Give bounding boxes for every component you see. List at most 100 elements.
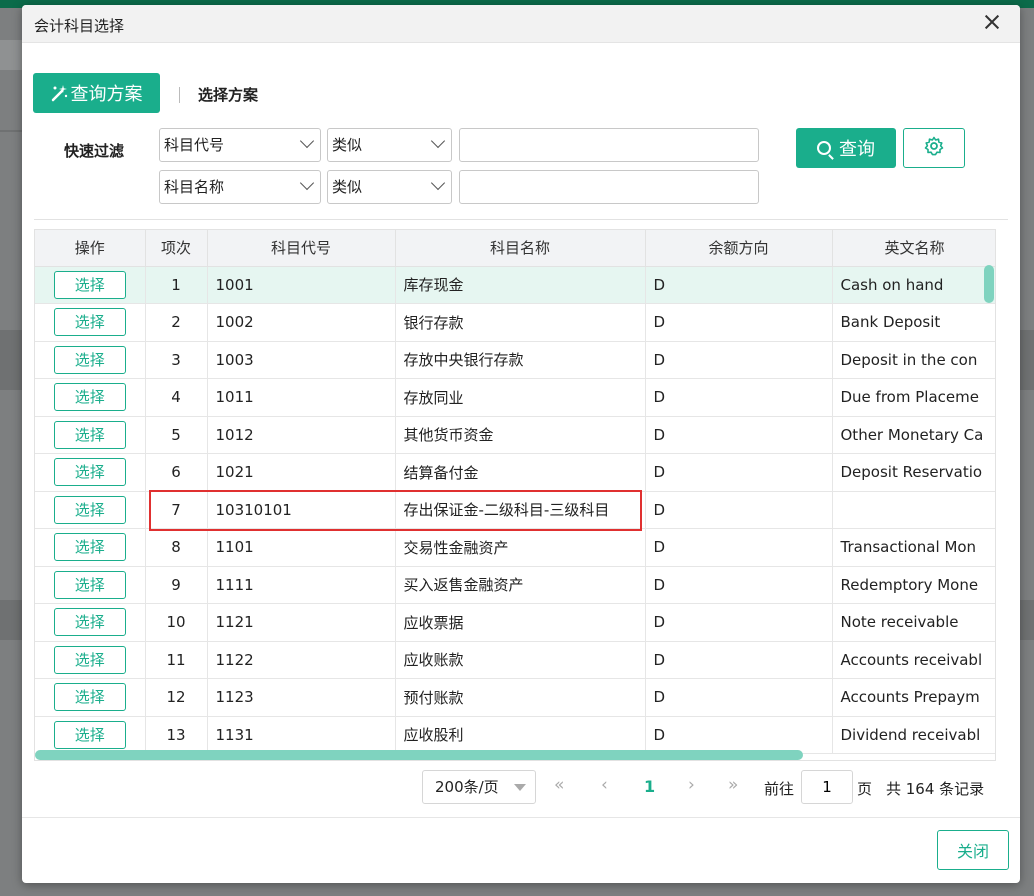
english-name-cell: Accounts Prepaym [832,678,995,717]
select-row-button[interactable]: 选择 [53,720,126,749]
action-cell: 选择 [35,603,146,642]
page-size-value: 200条/页 [435,778,499,796]
action-cell: 选择 [35,678,146,717]
filter-field-value: 科目代号 [164,136,225,154]
account-code-cell: 1001 [207,266,396,304]
table-row: 选择 11 1122 应收账款 D Accounts receivabl [35,641,995,679]
current-page[interactable]: 1 [644,777,655,796]
table-row: 选择 6 1021 结算备付金 D Deposit Reservatio [35,453,995,492]
horizontal-scrollbar[interactable] [35,750,803,760]
balance-direction-cell: D [645,566,833,604]
row-number-cell: 1 [145,266,208,304]
row-number-cell: 9 [145,566,208,604]
select-row-button[interactable]: 选择 [53,608,126,637]
action-cell: 选择 [35,416,146,454]
row-number-cell: 7 [145,491,208,529]
filter-op-select-2[interactable]: 类似 [327,170,452,204]
filter-field-select-1[interactable]: 科目代号 [159,128,321,162]
filter-field-select-2[interactable]: 科目名称 [159,170,321,204]
row-number-cell: 6 [145,453,208,492]
row-number-cell: 11 [145,641,208,679]
column-header: 余额方向 [645,230,833,267]
table-row: 选择 12 1123 预付账款 D Accounts Prepaym [35,678,995,717]
select-row-button[interactable]: 选择 [53,308,126,337]
account-code-cell: 1121 [207,603,396,642]
chevron-down-icon [430,175,446,191]
account-code-cell: 1002 [207,303,396,342]
select-row-button[interactable]: 选择 [53,383,126,412]
page-unit-label: 页 [857,780,873,798]
balance-direction-cell: D [645,378,833,417]
table-row: 选择 7 10310101 存出保证金-二级科目-三级科目 D [35,491,995,529]
select-row-button[interactable]: 选择 [53,495,126,524]
select-scheme-tab[interactable]: 选择方案 [198,84,258,105]
quick-filter-label: 快速过滤 [64,142,125,160]
last-page-icon[interactable]: » [728,775,738,795]
select-row-button[interactable]: 选择 [53,458,126,487]
close-icon[interactable] [982,12,1002,32]
vertical-scrollbar[interactable] [984,265,994,303]
balance-direction-cell: D [645,341,833,379]
account-name-cell: 预付账款 [395,678,646,717]
filter-value-input-2[interactable] [459,170,759,204]
row-number-cell: 10 [145,603,208,642]
english-name-cell: Note receivable [832,603,995,642]
english-name-cell: Dividend receivabl [832,716,995,754]
balance-direction-cell: D [645,641,833,679]
action-cell: 选择 [35,378,146,417]
select-row-button[interactable]: 选择 [53,533,126,562]
english-name-cell: Due from Placeme [832,378,995,417]
account-name-cell: 存放中央银行存款 [395,341,646,379]
action-cell: 选择 [35,266,146,304]
select-row-button[interactable]: 选择 [53,645,126,674]
select-row-button[interactable]: 选择 [53,270,126,299]
next-page-icon[interactable]: › [688,775,695,795]
select-row-button[interactable]: 选择 [53,570,126,599]
select-row-button[interactable]: 选择 [53,420,126,449]
settings-button[interactable] [903,128,965,168]
row-number-cell: 12 [145,678,208,717]
page-size-select[interactable]: 200条/页 [422,770,536,804]
balance-direction-cell: D [645,603,833,642]
filter-op-value: 类似 [332,178,363,196]
select-row-button[interactable]: 选择 [53,683,126,712]
balance-direction-cell: D [645,303,833,342]
magic-wand-icon [51,84,69,102]
filter-op-value: 类似 [332,136,363,154]
prev-page-icon[interactable]: ‹ [601,775,608,795]
account-code-cell: 1003 [207,341,396,379]
row-number-cell: 2 [145,303,208,342]
action-cell: 选择 [35,566,146,604]
table-row: 选择 8 1101 交易性金融资产 D Transactional Mon [35,528,995,567]
action-cell: 选择 [35,303,146,342]
account-name-cell: 交易性金融资产 [395,528,646,567]
account-name-cell: 库存现金 [395,266,646,304]
table-row: 选择 5 1012 其他货币资金 D Other Monetary Ca [35,416,995,454]
account-code-cell: 1122 [207,641,396,679]
action-cell: 选择 [35,641,146,679]
background-line [1020,600,1034,640]
account-name-cell: 买入返售金融资产 [395,566,646,604]
select-row-button[interactable]: 选择 [53,345,126,374]
table-row: 选择 2 1002 银行存款 D Bank Deposit [35,303,995,342]
english-name-cell: Bank Deposit [832,303,995,342]
account-table: 操作 项次 科目代号 科目名称 余额方向 英文名称 选择 1 1001 库存现金 D Ca… [34,229,996,761]
account-name-cell: 应收票据 [395,603,646,642]
close-button[interactable]: 关闭 [937,830,1009,870]
balance-direction-cell: D [645,453,833,492]
goto-page-input[interactable] [801,770,853,804]
account-name-cell: 应收账款 [395,641,646,679]
english-name-cell [832,491,995,529]
english-name-cell: Deposit Reservatio [832,453,995,492]
filter-value-input-1[interactable] [459,128,759,162]
query-scheme-button[interactable]: 查询方案 [33,73,160,113]
query-button[interactable]: 查询 [796,128,896,168]
background-line [0,330,22,390]
account-select-dialog: 会计科目选择 查询方案 选择方案 快速过滤 科目代号 类似 科目名称 类似 查询 [22,5,1020,883]
background-strip [0,40,22,70]
filter-op-select-1[interactable]: 类似 [327,128,452,162]
first-page-icon[interactable]: « [554,775,564,795]
balance-direction-cell: D [645,528,833,567]
background-line [0,600,22,640]
row-number-cell: 8 [145,528,208,567]
